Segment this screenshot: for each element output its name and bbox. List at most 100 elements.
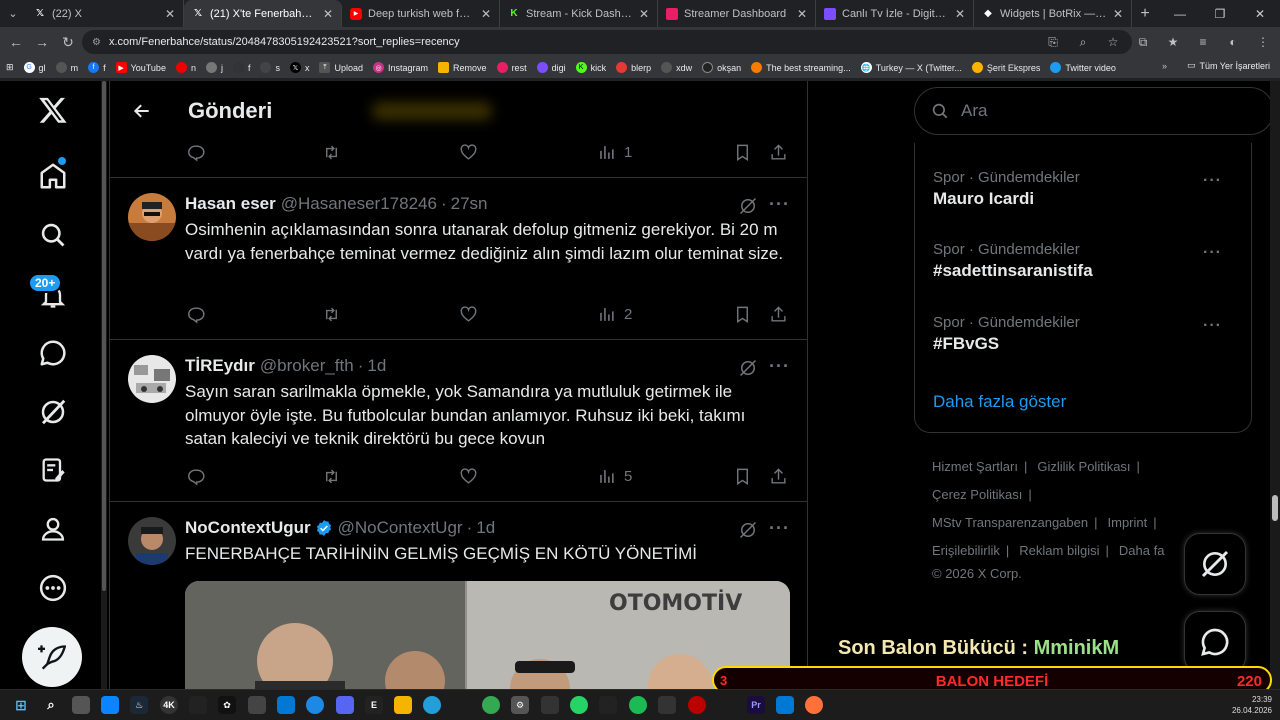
bookmark-star-icon[interactable]: ☆ xyxy=(1102,30,1124,54)
author-name[interactable]: NoContextUgur xyxy=(185,518,311,538)
footer-link[interactable]: Daha fa xyxy=(1119,543,1165,558)
bookmark-item[interactable]: Kkick xyxy=(575,62,606,73)
footer-link[interactable]: Hizmet Şartları xyxy=(932,459,1018,474)
footer-link[interactable]: Erişilebilirlik xyxy=(932,543,1000,558)
bookmark-item[interactable]: Şerit Ekspres xyxy=(971,62,1040,73)
bookmark-icon[interactable] xyxy=(733,305,752,324)
firefox-icon[interactable] xyxy=(805,696,823,714)
tweet-media-image[interactable]: OTOMOTİV xyxy=(185,581,790,689)
grok-explain-icon[interactable] xyxy=(738,520,758,540)
footer-link[interactable]: Gizlilik Politikası xyxy=(1037,459,1130,474)
task-view-icon[interactable] xyxy=(72,696,90,714)
all-bookmarks[interactable]: » ▭ Tüm Yer İşaretleri xyxy=(1162,60,1270,71)
back-button[interactable] xyxy=(124,93,160,129)
cast-icon[interactable]: ⎘ xyxy=(1042,30,1064,54)
views-button[interactable]: 2 xyxy=(597,305,632,324)
author-name[interactable]: TİREydır xyxy=(185,356,255,376)
telegram-icon[interactable] xyxy=(423,696,441,714)
grok-explain-icon[interactable] xyxy=(738,196,758,216)
like-icon[interactable] xyxy=(459,467,478,486)
browser-tab[interactable]: ▶ Deep turkish web fon müzi ✕ xyxy=(342,0,500,27)
discord-icon[interactable] xyxy=(336,696,354,714)
bookmark-item[interactable]: okşan xyxy=(702,62,741,73)
author-handle[interactable]: @Hasaneser178246 xyxy=(281,194,437,214)
reply-icon[interactable] xyxy=(186,143,205,162)
retweet-icon[interactable] xyxy=(322,305,341,324)
app-icon[interactable] xyxy=(101,696,119,714)
menu-icon[interactable]: ⋮ xyxy=(1252,30,1274,54)
reload-icon[interactable]: ↻ xyxy=(56,30,80,54)
app-icon[interactable] xyxy=(277,696,295,714)
app-icon[interactable]: 4K xyxy=(160,696,178,714)
close-tab-icon[interactable]: ✕ xyxy=(639,7,649,21)
chatgpt-icon[interactable]: ✿ xyxy=(218,696,236,714)
grok-icon[interactable] xyxy=(36,395,70,429)
close-tab-icon[interactable]: ✕ xyxy=(797,7,807,21)
close-window-icon[interactable]: ✕ xyxy=(1240,0,1280,27)
bookmark-item[interactable]: Remove xyxy=(438,62,487,73)
grok-explain-icon[interactable] xyxy=(738,358,758,378)
bookmark-item[interactable]: n xyxy=(175,62,196,73)
windows-start-icon[interactable]: ⊞ xyxy=(12,696,30,714)
whatsapp-icon[interactable] xyxy=(570,696,588,714)
page-scrollbar[interactable] xyxy=(1270,81,1280,689)
chrome-icon[interactable] xyxy=(482,696,500,714)
browser-tab[interactable]: K Stream - Kick Dashboard ✕ xyxy=(500,0,658,27)
app-icon[interactable] xyxy=(189,696,207,714)
avatar[interactable] xyxy=(128,517,176,565)
profile-icon[interactable]: ◐ xyxy=(1222,30,1244,54)
back-nav-icon[interactable]: ← xyxy=(4,30,28,54)
trend-more-icon[interactable]: ··· xyxy=(1203,172,1222,190)
like-icon[interactable] xyxy=(459,305,478,324)
bookmark-item[interactable]: Ggl xyxy=(23,62,46,73)
bookmark-icon[interactable] xyxy=(733,467,752,486)
trend-more-icon[interactable]: ··· xyxy=(1203,244,1222,262)
favorites-icon[interactable]: ★ xyxy=(1162,30,1184,54)
avatar[interactable] xyxy=(128,193,176,241)
more-options-icon[interactable]: ··· xyxy=(769,356,790,377)
browser-tab[interactable]: ◆ Widgets | BotRix — Cloud Strea ✕ xyxy=(974,0,1132,27)
bookmark-item[interactable]: rest xyxy=(496,62,527,73)
author-handle[interactable]: @broker_fth xyxy=(260,356,354,376)
share-icon[interactable] xyxy=(769,467,788,486)
minimize-icon[interactable]: — xyxy=(1160,0,1200,27)
bookmark-item[interactable]: s xyxy=(260,62,280,73)
grok-float-button[interactable] xyxy=(1184,533,1246,595)
app-icon[interactable] xyxy=(248,696,266,714)
views-button[interactable]: 1 xyxy=(597,143,632,162)
close-tab-icon[interactable]: ✕ xyxy=(323,7,333,21)
bookmark-item[interactable]: ▶ YouTube xyxy=(115,62,166,73)
trend-more-icon[interactable]: ··· xyxy=(1203,317,1222,335)
search-icon[interactable]: ⌕ xyxy=(42,696,60,714)
footer-link[interactable]: Çerez Politikası xyxy=(932,487,1022,502)
bookmark-icon[interactable] xyxy=(733,143,752,162)
messages-icon[interactable] xyxy=(36,336,70,370)
app-icon[interactable] xyxy=(541,696,559,714)
retweet-icon[interactable] xyxy=(322,467,341,486)
views-button[interactable]: 5 xyxy=(597,467,632,486)
bookmark-item[interactable]: ◎ Instagram xyxy=(373,62,428,73)
avatar[interactable] xyxy=(128,355,176,403)
lists-icon[interactable] xyxy=(36,453,70,487)
reply-icon[interactable] xyxy=(186,305,205,324)
browser-tab-active[interactable]: 𝕏 (21) X'te Fenerbahçe SK: "MS: 3 ✕ xyxy=(184,0,342,27)
app-icon[interactable] xyxy=(688,696,706,714)
compose-post-button[interactable] xyxy=(22,627,82,687)
x-logo-icon[interactable] xyxy=(36,93,70,127)
browser-tab[interactable]: 𝕏 (22) X ✕ xyxy=(26,0,184,27)
bookmark-item[interactable]: f xyxy=(232,62,250,73)
bookmark-item[interactable]: xdw xyxy=(661,62,692,73)
bookmark-item[interactable]: Twitter video xyxy=(1050,62,1116,73)
close-tab-icon[interactable]: ✕ xyxy=(1113,7,1123,21)
app-icon[interactable] xyxy=(599,696,617,714)
timestamp[interactable]: 1d xyxy=(367,356,386,376)
bookmark-item[interactable]: The best streaming... xyxy=(751,62,851,73)
show-more-link[interactable]: Daha fazla göster xyxy=(933,392,1066,412)
new-tab-button[interactable]: + xyxy=(1132,5,1158,23)
messages-float-button[interactable] xyxy=(1184,611,1246,673)
footer-link[interactable]: Reklam bilgisi xyxy=(1019,543,1099,558)
trend-item[interactable]: Spor · Gündemdekiler #FBvGS xyxy=(933,314,1233,354)
timestamp[interactable]: 27sn xyxy=(451,194,488,214)
footer-link[interactable]: MStv Transparenzangaben xyxy=(932,515,1088,530)
home-icon[interactable] xyxy=(36,159,70,193)
